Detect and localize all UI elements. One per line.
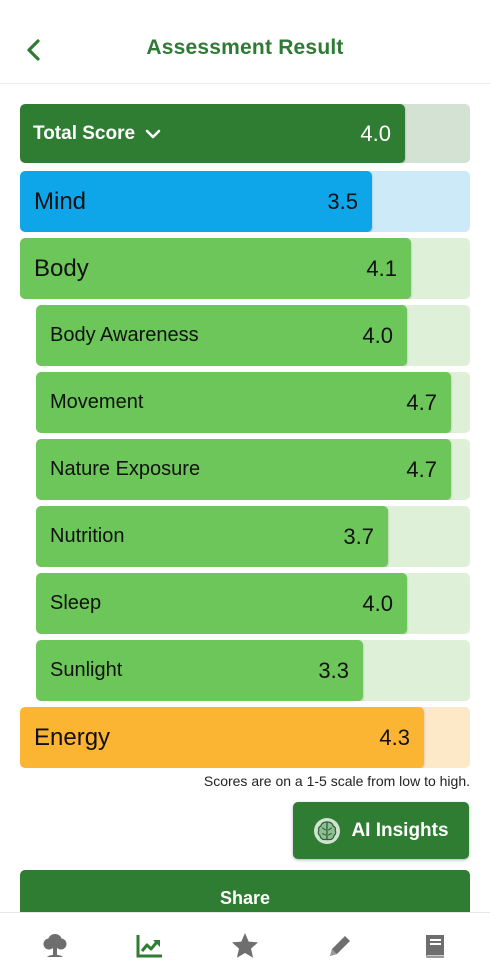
score-row-body-awareness[interactable]: Body Awareness 4.0 [36, 305, 470, 366]
ai-insights-button[interactable]: AI Insights [293, 802, 469, 859]
score-row-mind[interactable]: Mind 3.5 [20, 171, 470, 232]
score-row-movement[interactable]: Movement 4.7 [36, 372, 470, 433]
score-value: 4.3 [379, 724, 410, 750]
score-row-body[interactable]: Body 4.1 [20, 238, 470, 299]
score-row-nutrition[interactable]: Nutrition 3.7 [36, 506, 470, 567]
score-value: 4.0 [362, 322, 393, 348]
score-value: 3.5 [327, 188, 358, 214]
app-header: Assessment Result [0, 0, 490, 84]
share-button[interactable]: Share [20, 870, 470, 918]
score-value: 3.3 [318, 657, 349, 683]
trend-chart-icon [136, 934, 163, 957]
brain-icon [314, 817, 341, 844]
nav-tree[interactable] [30, 921, 80, 971]
score-row-total-score[interactable]: Total Score 4.0 [20, 104, 470, 163]
nav-library[interactable] [410, 921, 460, 971]
nav-edit[interactable] [315, 921, 365, 971]
page-title: Assessment Result [146, 36, 344, 59]
ai-insights-label: AI Insights [351, 819, 449, 841]
nav-results[interactable] [125, 921, 175, 971]
nav-favorites[interactable] [220, 921, 270, 971]
score-value: 4.1 [366, 255, 397, 281]
score-row-sleep[interactable]: Sleep 4.0 [36, 573, 470, 634]
share-button-label: Share [219, 888, 271, 908]
pencil-icon [329, 935, 350, 956]
score-row-sunlight[interactable]: Sunlight 3.3 [36, 640, 470, 701]
score-value: 3.7 [343, 523, 374, 549]
bottom-navigation [0, 912, 490, 978]
score-value: 4.0 [362, 590, 393, 616]
score-value: 4.7 [406, 456, 437, 482]
book-icon [425, 934, 444, 958]
score-row-nature-exposure[interactable]: Nature Exposure 4.7 [36, 439, 470, 500]
score-value: 4.0 [360, 120, 391, 146]
score-row-energy[interactable]: Energy 4.3 [20, 707, 470, 768]
star-icon [231, 932, 258, 958]
score-value: 4.7 [406, 389, 437, 415]
scale-note: Scores are on a 1-5 scale from low to hi… [203, 773, 470, 789]
tree-icon [43, 933, 67, 957]
